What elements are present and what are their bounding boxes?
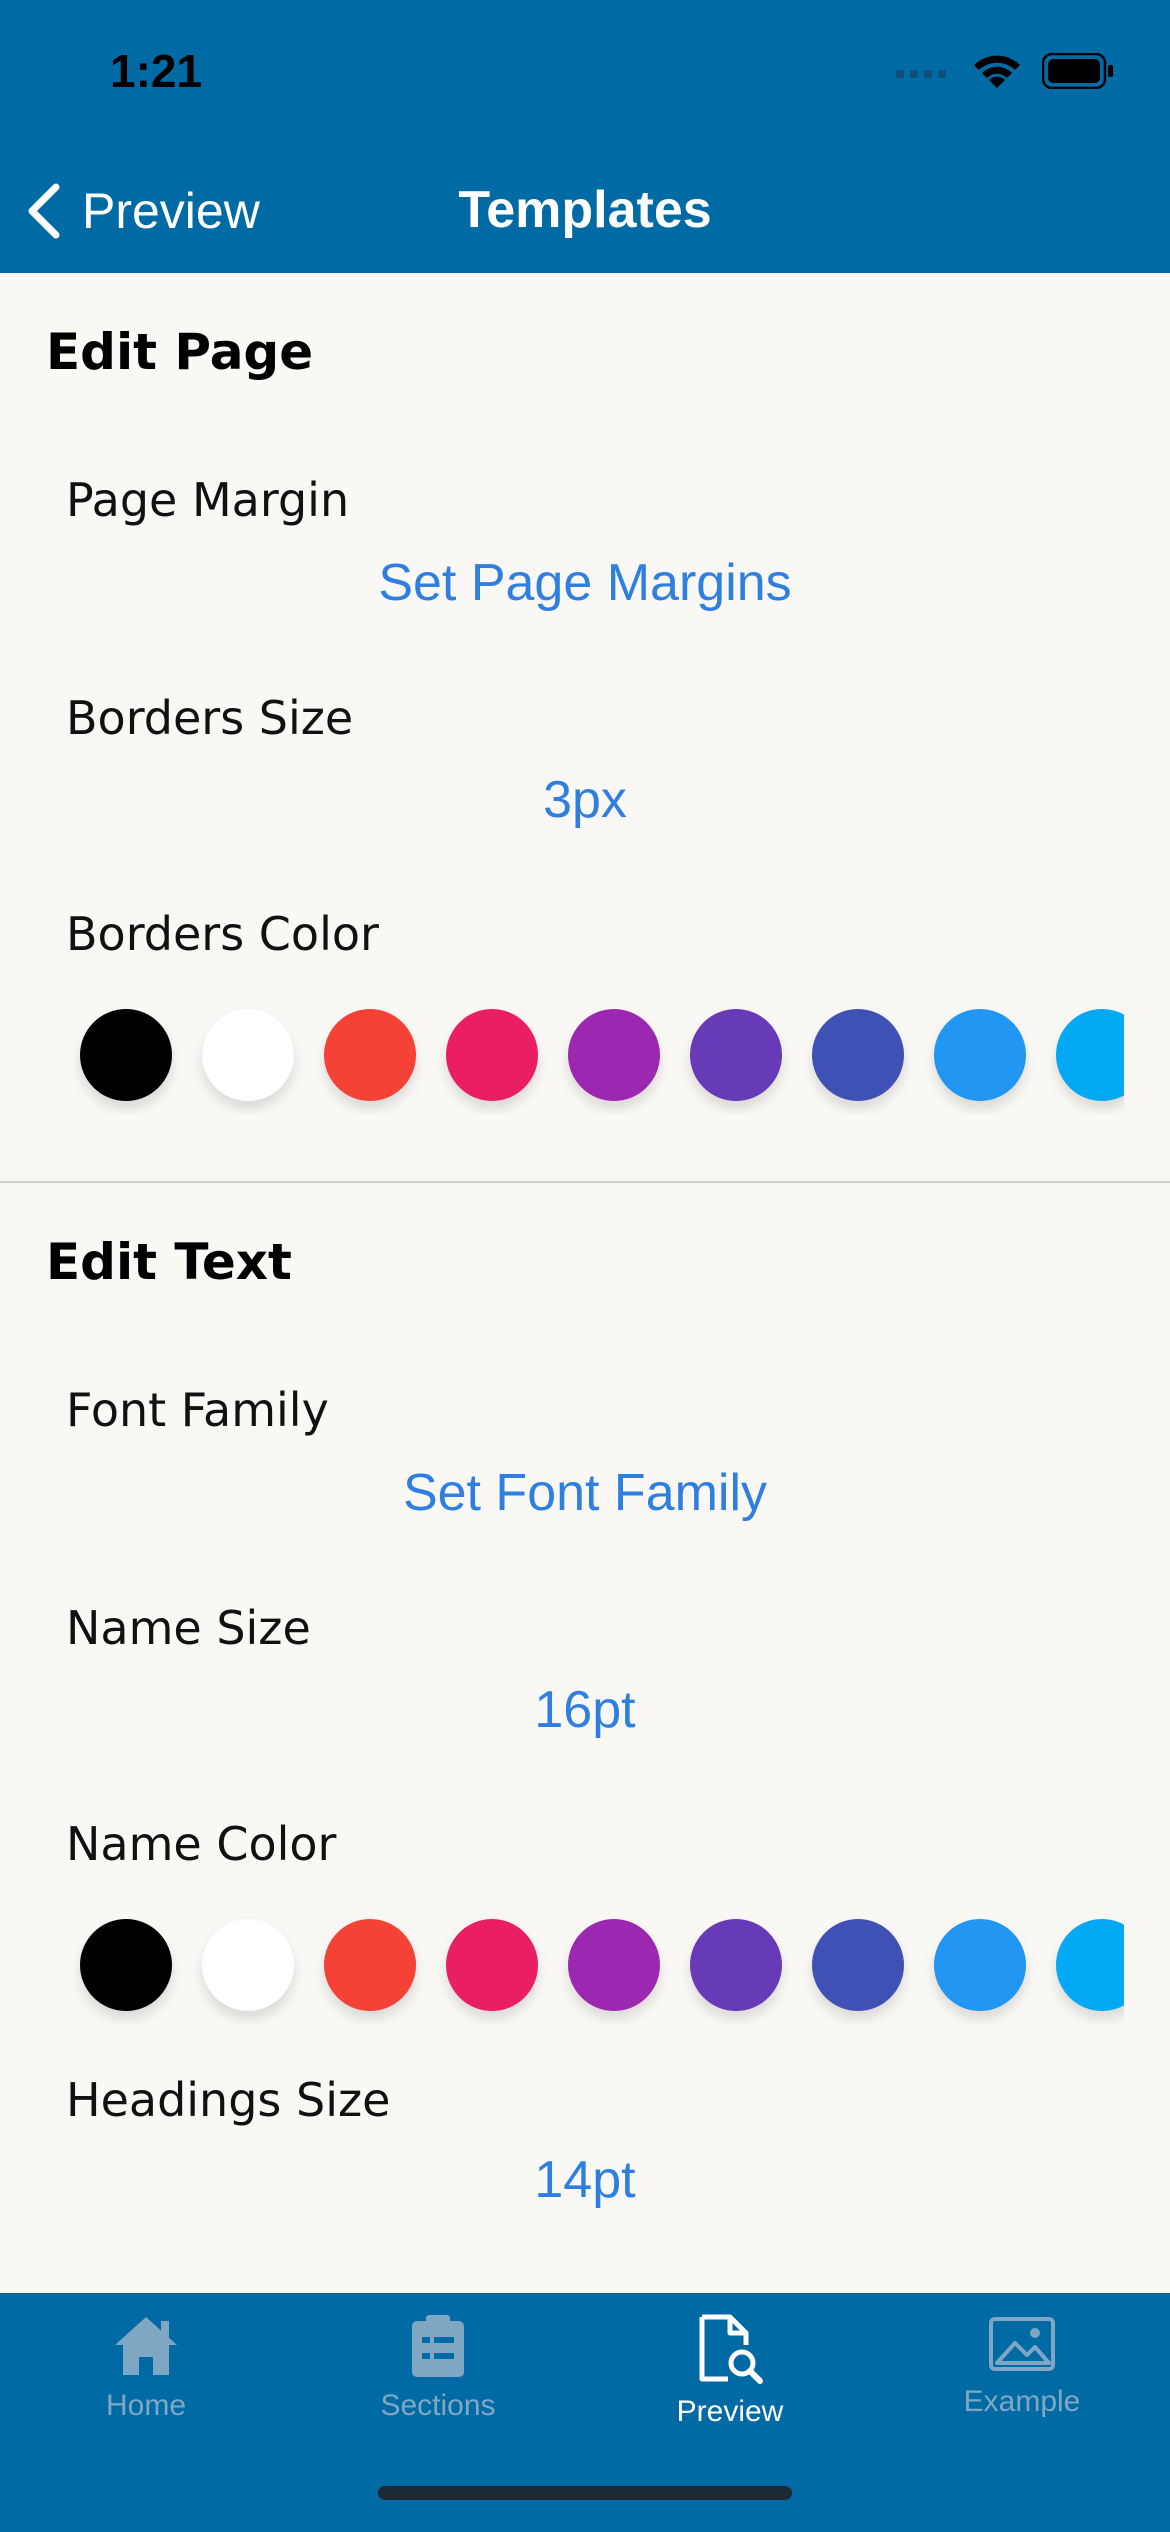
tab-home[interactable]: Home xyxy=(0,2313,292,2463)
status-time: 1:21 xyxy=(110,45,203,97)
color-swatch-5[interactable] xyxy=(690,1919,782,2011)
name-size-button[interactable]: 16pt xyxy=(0,1680,1170,1740)
name-color-label: Name Color xyxy=(66,1817,337,1871)
navigation-bar: Preview Templates xyxy=(0,150,1170,273)
document-search-icon xyxy=(699,2314,763,2384)
set-page-margins-button[interactable]: Set Page Margins xyxy=(0,553,1170,613)
tab-sections-label: Sections xyxy=(380,2389,496,2422)
home-indicator xyxy=(378,2486,792,2500)
color-swatch-7[interactable] xyxy=(934,1919,1026,2011)
borders-size-label: Borders Size xyxy=(66,691,354,745)
color-swatch-0[interactable] xyxy=(80,1009,172,1101)
battery-icon xyxy=(1042,53,1113,89)
color-swatch-7[interactable] xyxy=(934,1009,1026,1101)
borders-color-label: Borders Color xyxy=(66,907,379,961)
wifi-icon xyxy=(974,55,1020,88)
settings-scroll-view[interactable]: Edit Page Page Margin Set Page Margins B… xyxy=(0,273,1170,2293)
color-swatch-5[interactable] xyxy=(690,1009,782,1101)
color-swatch-4[interactable] xyxy=(568,1919,660,2011)
name-color-swatches[interactable] xyxy=(60,1905,1124,2025)
section-title-edit-page: Edit Page xyxy=(46,323,314,381)
borders-color-swatches[interactable] xyxy=(60,995,1124,1115)
status-bar: 1:21 xyxy=(0,0,1170,150)
font-family-label: Font Family xyxy=(66,1383,329,1437)
color-swatch-4[interactable] xyxy=(568,1009,660,1101)
tab-example-label: Example xyxy=(963,2385,1081,2418)
section-divider xyxy=(0,1181,1170,1183)
color-swatch-1[interactable] xyxy=(202,1919,294,2011)
home-icon xyxy=(115,2317,177,2375)
color-swatch-6[interactable] xyxy=(812,1009,904,1101)
cellular-signal-icon xyxy=(896,70,946,78)
tab-sections[interactable]: Sections xyxy=(292,2313,584,2463)
name-size-label: Name Size xyxy=(66,1601,311,1655)
color-swatch-8[interactable] xyxy=(1056,1009,1124,1101)
color-swatch-0[interactable] xyxy=(80,1919,172,2011)
page-margin-label: Page Margin xyxy=(66,473,350,527)
tab-preview[interactable]: Preview xyxy=(584,2313,876,2463)
image-icon xyxy=(989,2317,1055,2371)
clipboard-list-icon xyxy=(412,2315,464,2377)
color-swatch-2[interactable] xyxy=(324,1919,416,2011)
headings-size-button[interactable]: 14pt xyxy=(0,2150,1170,2210)
color-swatch-8[interactable] xyxy=(1056,1919,1124,2011)
section-title-edit-text: Edit Text xyxy=(46,1233,292,1291)
color-swatch-1[interactable] xyxy=(202,1009,294,1101)
set-font-family-button[interactable]: Set Font Family xyxy=(0,1463,1170,1523)
color-swatch-3[interactable] xyxy=(446,1009,538,1101)
page-title: Templates xyxy=(458,181,712,239)
headings-size-label: Headings Size xyxy=(66,2073,391,2127)
color-swatch-2[interactable] xyxy=(324,1009,416,1101)
tab-preview-label: Preview xyxy=(676,2395,784,2428)
tab-example[interactable]: Example xyxy=(876,2313,1168,2463)
tab-home-label: Home xyxy=(105,2389,187,2422)
borders-size-button[interactable]: 3px xyxy=(0,770,1170,830)
color-swatch-6[interactable] xyxy=(812,1919,904,2011)
status-icons xyxy=(896,52,1114,90)
color-swatch-3[interactable] xyxy=(446,1919,538,2011)
